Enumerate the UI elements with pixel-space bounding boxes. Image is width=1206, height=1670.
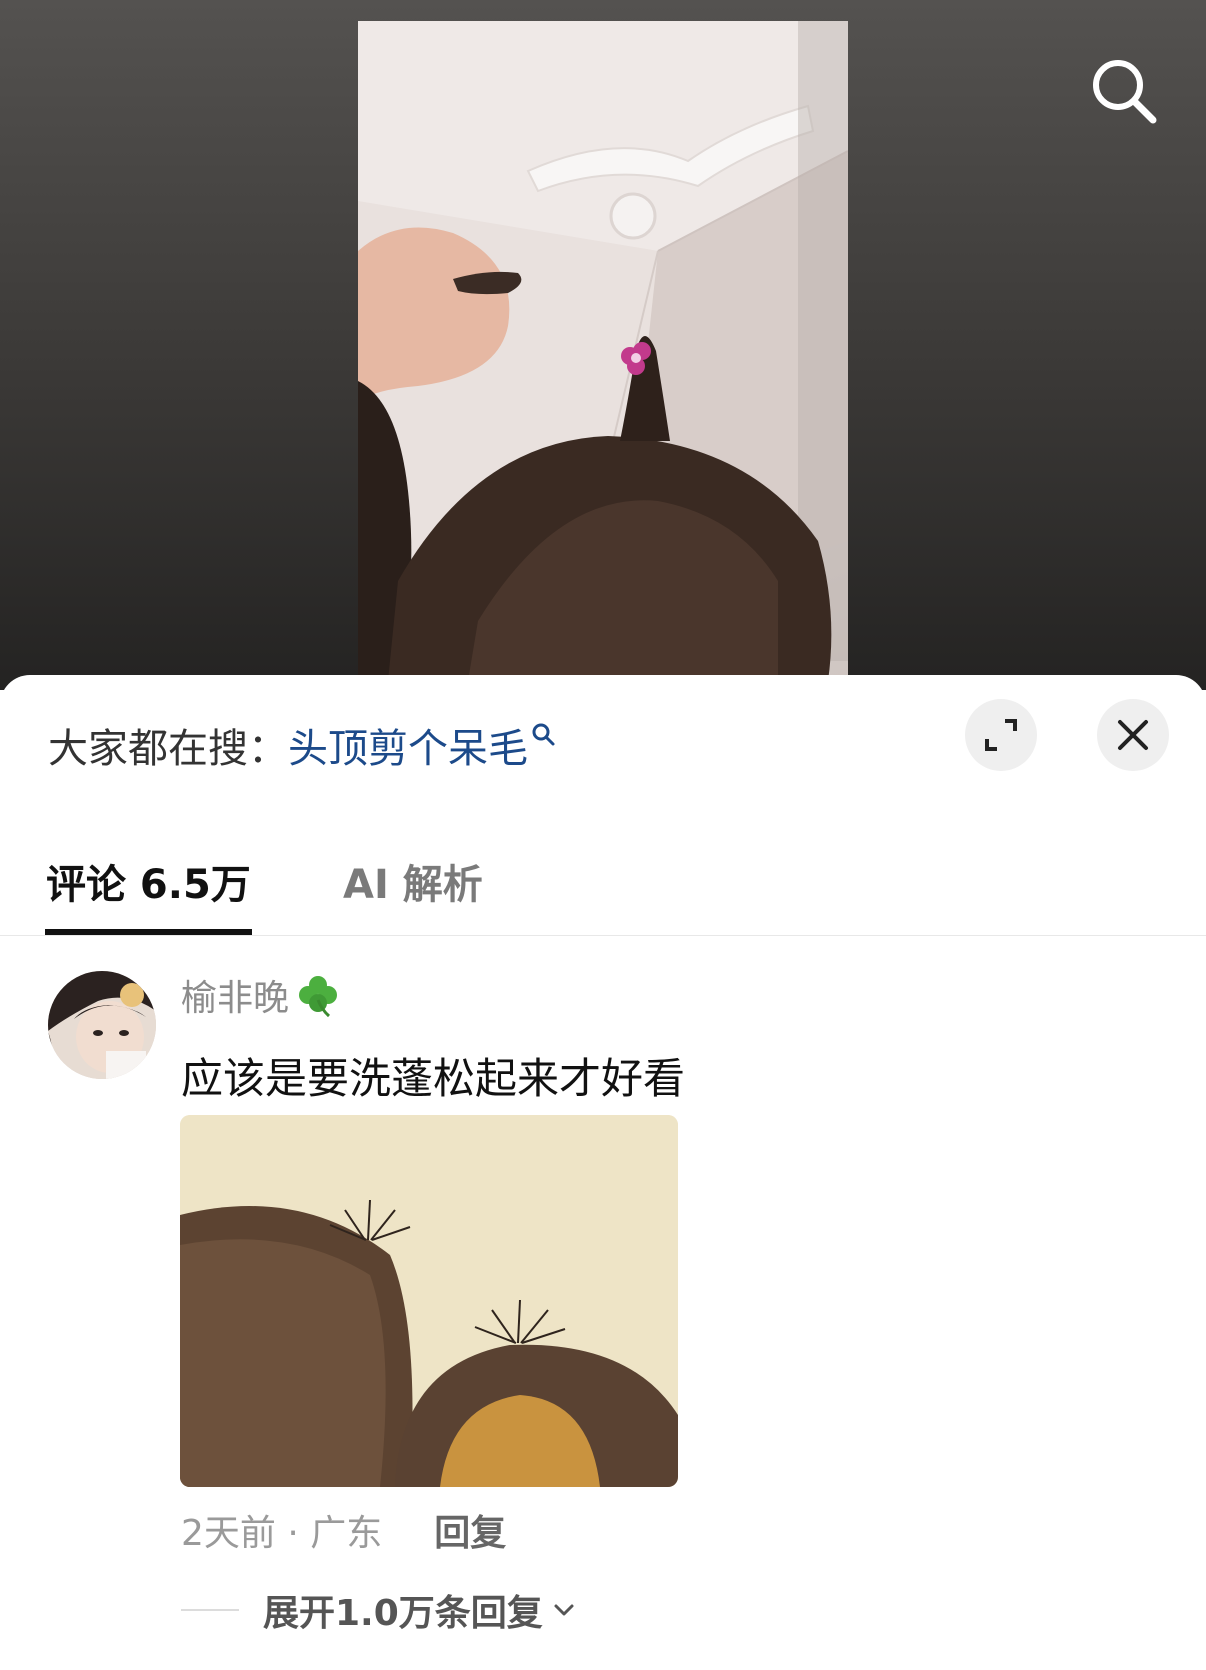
four-leaf-clover-icon xyxy=(299,976,338,1018)
close-icon xyxy=(1118,720,1148,750)
comment-time-location: 2天前 · 广东 xyxy=(181,1513,383,1554)
video-thumbnail[interactable] xyxy=(358,21,848,681)
comment-author: 榆非晚 xyxy=(181,967,341,1023)
expand-replies-label: 展开1.0万条回复 xyxy=(263,1593,543,1634)
tab-ai-analysis[interactable]: AI 解析 xyxy=(343,845,483,935)
trending-search-link[interactable]: 头顶剪个呆毛 xyxy=(288,716,528,774)
username[interactable]: 榆非晚 xyxy=(181,969,289,1021)
expand-replies-row: 展开1.0万条回复 xyxy=(181,1580,577,1640)
expand-button[interactable] xyxy=(965,699,1037,771)
search-button[interactable] xyxy=(1085,52,1165,132)
expand-replies-divider xyxy=(181,1609,239,1611)
comment-image[interactable] xyxy=(180,1115,678,1487)
comments-sheet: 大家都在搜： 头顶剪个呆毛 评论 6.5万 AI 解析 榆非晚 应该是要洗蓬松起… xyxy=(0,675,1206,1670)
avatar[interactable] xyxy=(48,971,156,1079)
search-icon xyxy=(1093,60,1157,124)
expand-replies-button[interactable]: 展开1.0万条回复 xyxy=(263,1584,577,1636)
trending-prefix: 大家都在搜： xyxy=(48,726,288,772)
active-tab-indicator xyxy=(45,929,252,935)
comment-meta: 2天前 · 广东 回复 xyxy=(181,1500,506,1560)
tab-bar: 评论 6.5万 AI 解析 xyxy=(0,845,1206,936)
expand-icon xyxy=(985,719,1017,751)
reply-button[interactable]: 回复 xyxy=(434,1504,506,1556)
chevron-down-icon xyxy=(554,1604,574,1616)
comment-text: 应该是要洗蓬松起来才好看 xyxy=(181,1054,686,1103)
search-icon xyxy=(532,723,555,746)
trending-search-bar: 大家都在搜： 头顶剪个呆毛 xyxy=(48,715,556,775)
video-player[interactable] xyxy=(0,0,1206,690)
tab-comments[interactable]: 评论 6.5万 xyxy=(46,845,251,935)
close-button[interactable] xyxy=(1097,699,1169,771)
